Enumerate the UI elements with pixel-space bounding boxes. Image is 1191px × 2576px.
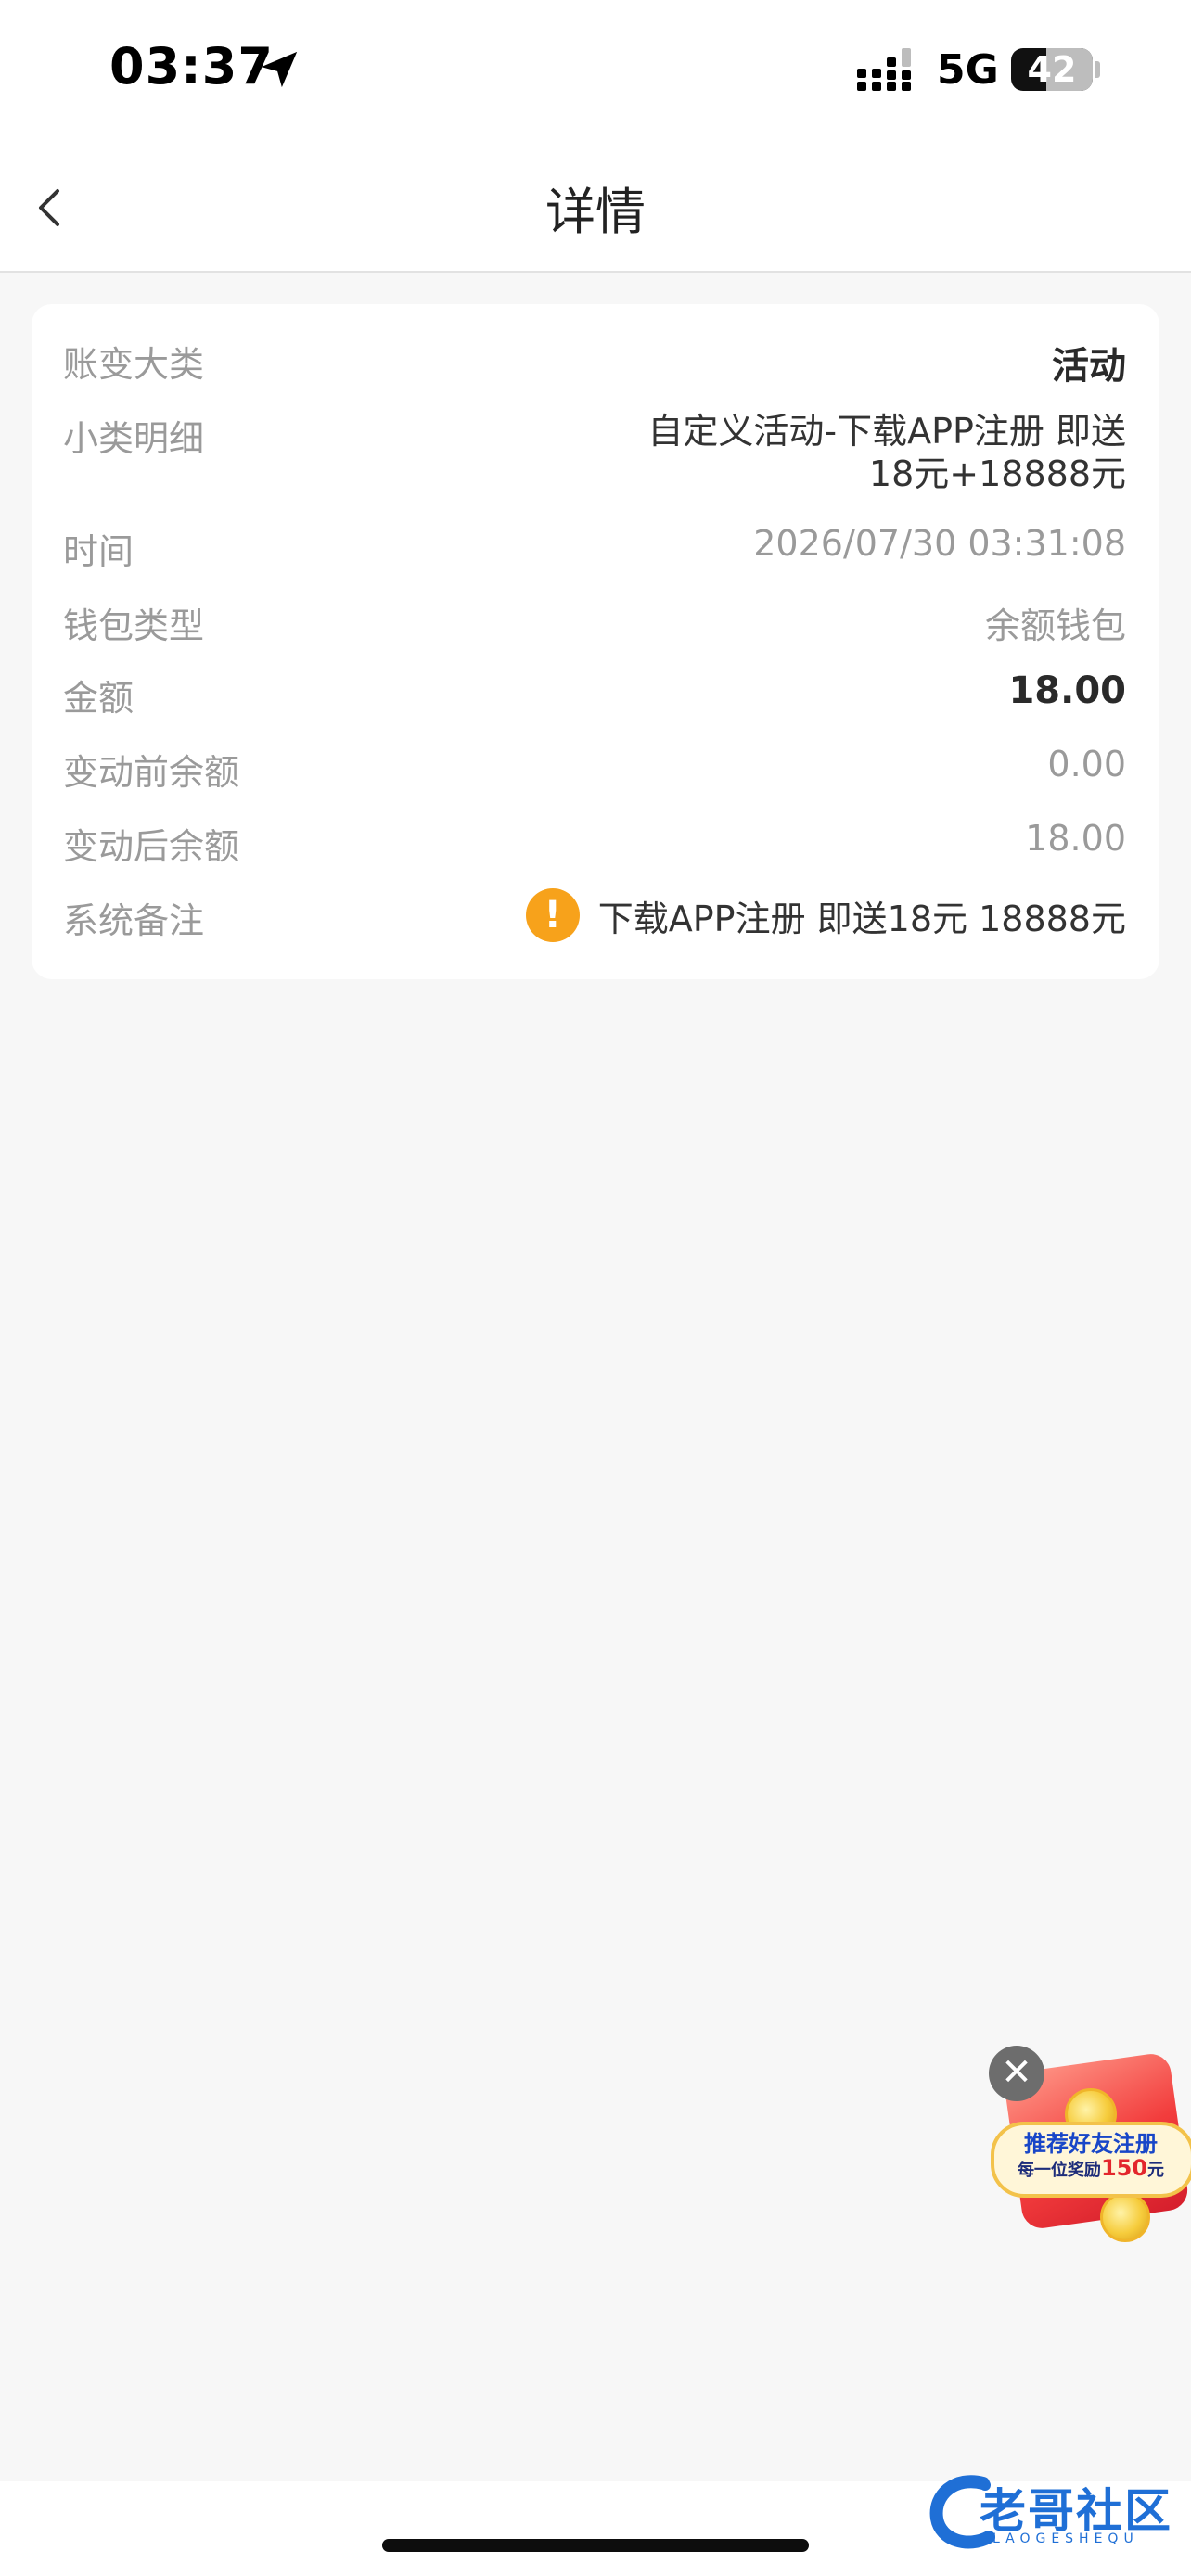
row-label: 变动前余额 xyxy=(63,752,240,793)
row-value: 自定义活动-下载APP注册 即送18元+18888元 xyxy=(647,411,1126,494)
row-value: 下载APP注册 即送18元 18888元 xyxy=(597,898,1126,939)
network-type: 5G xyxy=(937,46,999,94)
warning-icon: ! xyxy=(525,888,580,942)
row-label: 变动后余额 xyxy=(63,826,240,867)
status-bar: 03:37 5G 42 xyxy=(0,0,1191,139)
detail-card: 账变大类 活动 小类明细 自定义活动-下载APP注册 即送18元+18888元 … xyxy=(32,304,1159,979)
page-title: 详情 xyxy=(545,183,646,241)
row-label: 金额 xyxy=(63,678,134,719)
cellular-signal-icon xyxy=(857,48,911,91)
promo-title: 推荐好友注册 xyxy=(1024,2131,1158,2157)
promo-unit: 元 xyxy=(1147,2161,1165,2180)
battery-tip xyxy=(1095,61,1100,78)
watermark-logo: 老哥社区 LAOGESHEQU xyxy=(928,2467,1187,2559)
row-value: 18.00 xyxy=(1008,670,1126,712)
coin-icon xyxy=(1100,2192,1150,2242)
row-value: 0.00 xyxy=(1047,744,1126,784)
close-icon[interactable]: ✕ xyxy=(989,2046,1044,2101)
row-value: 18.00 xyxy=(1025,818,1126,859)
home-indicator[interactable] xyxy=(382,2539,809,2552)
row-value: 活动 xyxy=(1052,345,1126,388)
watermark-sub: LAOGESHEQU xyxy=(992,2531,1139,2546)
row-label: 系统备注 xyxy=(63,900,205,941)
row-label: 时间 xyxy=(63,531,134,572)
status-time: 03:37 xyxy=(109,37,274,96)
promo-amount: 150 xyxy=(1100,2155,1148,2181)
promo-subtitle-prefix: 每一位奖励 xyxy=(1017,2161,1101,2180)
battery-icon: 42 xyxy=(1011,48,1093,91)
row-label: 账变大类 xyxy=(63,344,205,385)
remark-wrap: ! 下载APP注册 即送18元 18888元 xyxy=(525,888,1126,942)
promo-subtitle: 每一位奖励150元 xyxy=(996,2155,1185,2181)
row-value: 余额钱包 xyxy=(984,606,1126,646)
location-arrow-icon xyxy=(261,51,298,88)
nav-bar: 详情 xyxy=(0,139,1191,273)
row-value: 2026/07/30 03:31:08 xyxy=(753,523,1126,564)
row-label: 钱包类型 xyxy=(63,606,205,646)
row-label: 小类明细 xyxy=(63,418,205,459)
battery-level: 42 xyxy=(1027,49,1077,90)
